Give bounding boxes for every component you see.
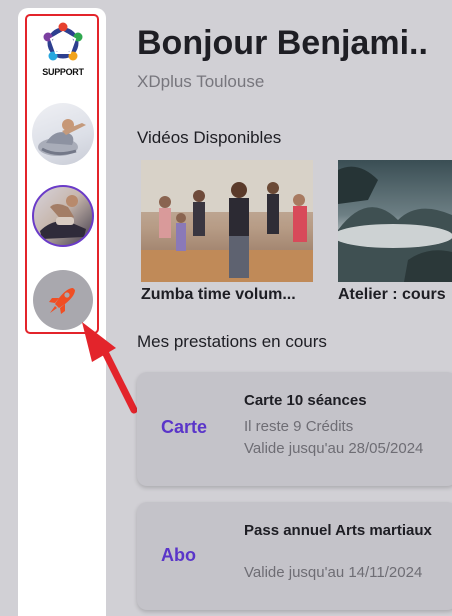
prestation-card-carte[interactable]: Carte Carte 10 séances Il reste 9 Crédit…	[137, 372, 452, 486]
misty-mountain-photo	[338, 166, 452, 282]
prestation-card-abo[interactable]: Abo Pass annuel Arts martiaux Valide jus…	[137, 502, 452, 610]
zumba-class-photo	[141, 160, 313, 282]
prestation-name: Pass annuel Arts martiaux	[244, 522, 432, 539]
prestation-type: Carte	[161, 417, 208, 437]
prestations-section-title: Mes prestations en cours	[137, 332, 327, 351]
club-name: XDplus Toulouse	[137, 72, 265, 91]
sidebar-highlight-box	[25, 14, 99, 334]
video-thumbnail-zumba[interactable]	[141, 160, 313, 282]
page-title: Bonjour Benjami..	[137, 24, 428, 62]
prestation-remaining: Il reste 9 Crédits	[244, 418, 354, 435]
video-title[interactable]: Zumba time volum...	[141, 286, 317, 304]
videos-section-title: Vidéos Disponibles	[137, 128, 282, 147]
prestation-type: Abo	[161, 545, 196, 565]
video-thumbnail-atelier[interactable]	[338, 160, 452, 282]
prestation-validity: Valide jusqu'au 28/05/2024	[244, 440, 424, 457]
prestation-name: Carte 10 séances	[244, 392, 367, 409]
prestation-validity: Valide jusqu'au 14/11/2024	[244, 564, 423, 581]
video-title[interactable]: Atelier : cours	[338, 286, 452, 304]
annotation-arrow-icon	[82, 322, 138, 414]
